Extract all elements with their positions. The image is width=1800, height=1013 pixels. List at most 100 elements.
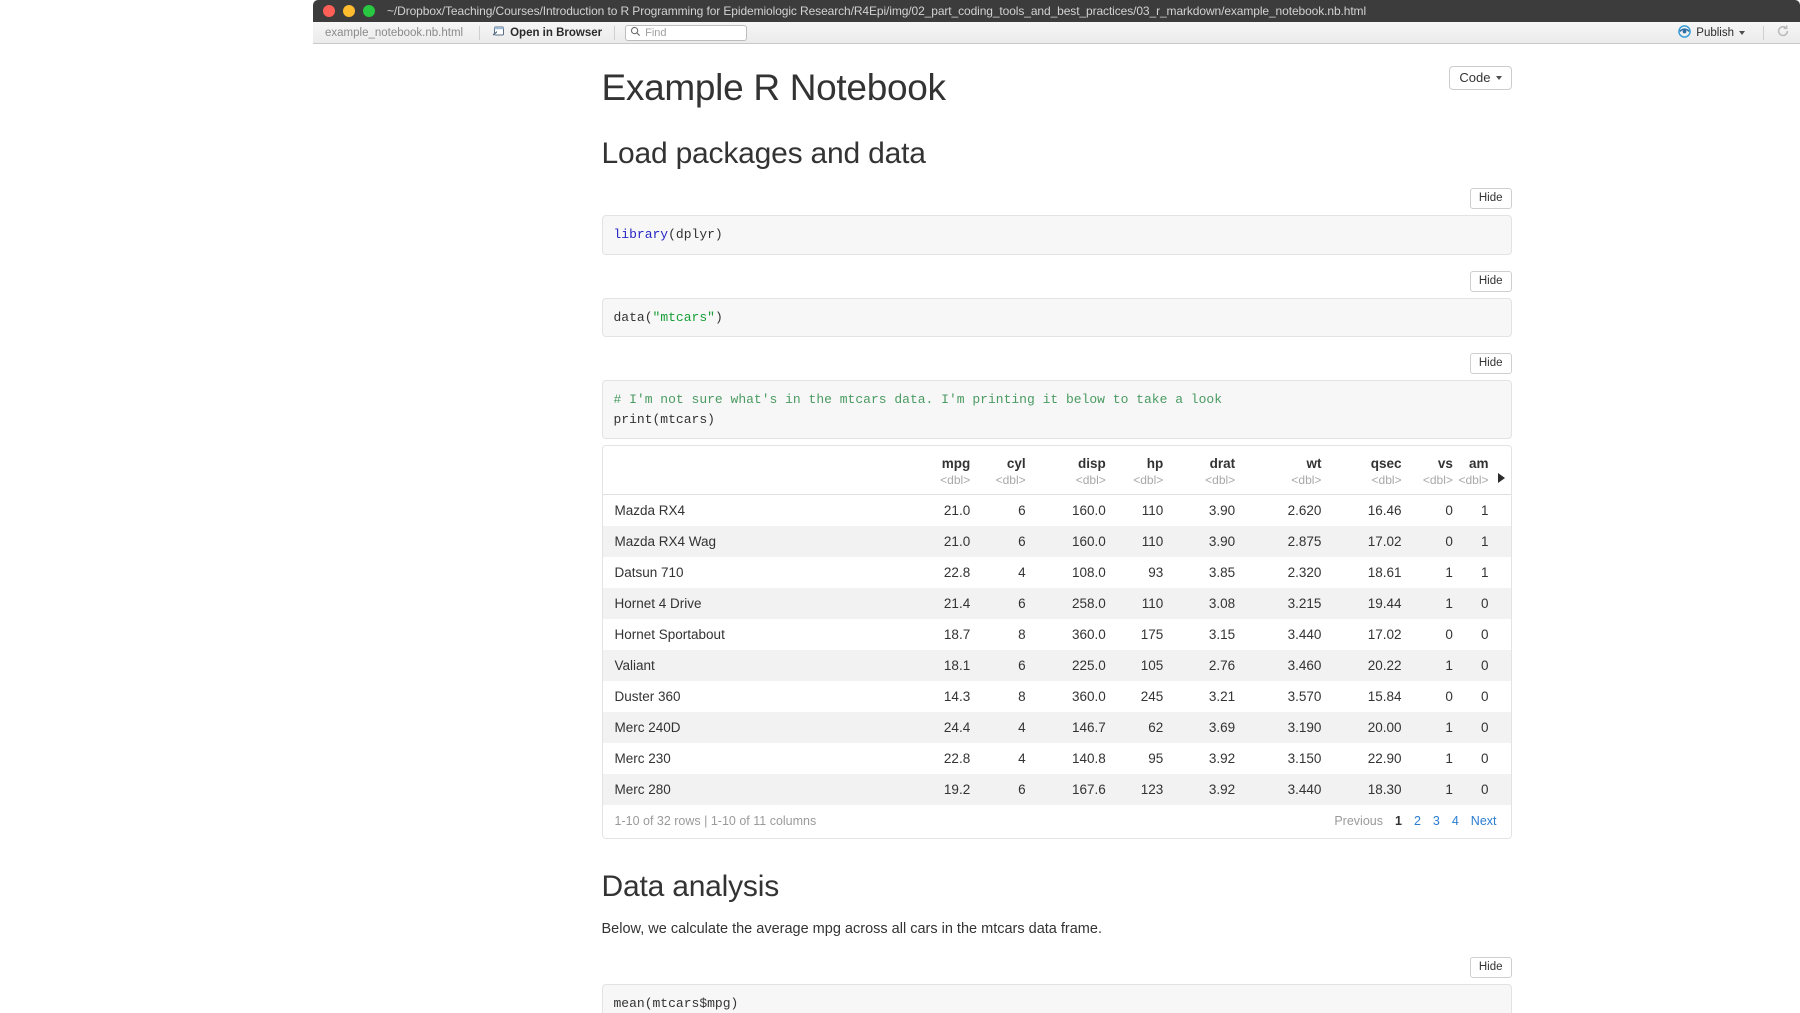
table-cell-disp: 360.0 <box>1071 689 1106 705</box>
column-header-qsec[interactable]: qsec <box>1321 446 1402 471</box>
refresh-button[interactable] <box>1776 24 1790 41</box>
close-window-button[interactable] <box>323 5 335 17</box>
table-row: Merc 280 19.2 6 167.6 123 3.92 3.440 18.30 1 0 <box>602 774 1511 806</box>
table-cell-drat: 3.69 <box>1208 720 1236 736</box>
table-cell-cyl: 4 <box>1018 751 1026 767</box>
table-cell-cyl: 8 <box>1018 689 1026 705</box>
dataframe-output[interactable]: mpg cyl disp hp drat wt qsec vs am <dbl>… <box>601 445 1512 840</box>
viewer-toolbar: example_notebook.nb.html Open in Browser… <box>313 22 1800 44</box>
table-cell-cyl: 8 <box>1018 627 1026 643</box>
table-cell-hp: 93 <box>1148 565 1164 581</box>
table-cell-rowname: Merc 230 <box>614 751 671 767</box>
open-in-browser-label: Open in Browser <box>510 26 603 39</box>
hide-button-chunk-3[interactable]: Hide <box>1469 353 1512 375</box>
chevron-right-icon[interactable] <box>1497 473 1505 484</box>
pager-page-3[interactable]: 3 <box>1433 814 1440 828</box>
column-header-mpg[interactable]: mpg <box>900 446 971 471</box>
table-row: Mazda RX4 21.0 6 160.0 110 3.90 2.620 16.46 0 1 <box>602 494 1511 527</box>
table-cell-qsec: 19.44 <box>1367 596 1402 612</box>
code-dropdown-label: Code <box>1459 70 1491 85</box>
column-header-vs[interactable]: vs <box>1402 446 1453 471</box>
column-header-drat[interactable]: drat <box>1163 446 1236 471</box>
zoom-window-button[interactable] <box>363 5 375 17</box>
pager-previous[interactable]: Previous <box>1334 814 1383 828</box>
table-cell-mpg: 21.4 <box>943 596 971 612</box>
table-cell-am: 0 <box>1480 627 1489 643</box>
table-cell-hp: 110 <box>1141 534 1164 550</box>
dataframe-body: Mazda RX4 21.0 6 160.0 110 3.90 2.620 16.46 0 1 Ma… <box>602 494 1511 806</box>
table-cell-rowname: Mazda RX4 Wag <box>614 534 717 550</box>
hide-button-chunk-1[interactable]: Hide <box>1469 188 1512 210</box>
open-in-browser-button[interactable]: Open in Browser <box>486 24 608 41</box>
document-tab-label[interactable]: example_notebook.nb.html <box>321 27 473 39</box>
table-cell-disp: 225.0 <box>1071 658 1106 674</box>
table-cell-rowname: Merc 280 <box>614 782 671 798</box>
table-row: Mazda RX4 Wag 21.0 6 160.0 110 3.90 2.875 17.02… <box>602 526 1511 558</box>
table-cell-disp: 160.0 <box>1071 534 1106 550</box>
table-cell-vs: 1 <box>1445 751 1453 767</box>
chevron-down-icon <box>1739 30 1745 35</box>
hide-button-row-3: Hide <box>602 353 1512 375</box>
browser-window-icon <box>492 25 505 40</box>
minimize-window-button[interactable] <box>343 5 355 17</box>
column-header-hp[interactable]: hp <box>1106 446 1164 471</box>
table-cell-wt: 3.570 <box>1287 689 1322 705</box>
table-cell-am: 1 <box>1480 565 1489 581</box>
table-cell-drat: 3.90 <box>1208 503 1236 519</box>
notebook-viewer[interactable]: Code Example R Notebook Load packages an… <box>313 44 1800 1013</box>
column-header-wt[interactable]: wt <box>1235 446 1321 471</box>
code-chunk-mean[interactable]: mean(mtcars$mpg) <box>601 983 1512 1013</box>
table-cell-mpg: 14.3 <box>943 689 971 705</box>
rstudio-viewer-window: ~/Dropbox/Teaching/Courses/Introduction … <box>313 0 1800 1013</box>
code-token-fn: library <box>613 227 669 243</box>
hide-button-row-4: Hide <box>602 956 1512 978</box>
column-header-cyl[interactable]: cyl <box>970 446 1026 471</box>
code-chunk-library[interactable]: library(dplyr) <box>601 215 1512 255</box>
dataframe-header: mpg cyl disp hp drat wt qsec vs am <dbl>… <box>602 446 1511 495</box>
table-cell-rowname: Mazda RX4 <box>614 503 686 519</box>
table-row: Hornet Sportabout 18.7 8 360.0 175 3.15 3.440 1… <box>602 619 1511 651</box>
table-cell-qsec: 22.90 <box>1367 751 1402 767</box>
table-cell-vs: 1 <box>1445 658 1453 674</box>
pager-page-2[interactable]: 2 <box>1414 814 1421 828</box>
table-cell-mpg: 18.1 <box>943 658 971 674</box>
table-cell-wt: 3.440 <box>1287 627 1322 643</box>
table-cell-am: 0 <box>1480 658 1489 674</box>
pager-page-1[interactable]: 1 <box>1395 814 1402 828</box>
table-cell-mpg: 22.8 <box>943 565 971 581</box>
code-token-plain: ) <box>714 309 723 325</box>
toolbar-divider-3 <box>1763 25 1764 40</box>
pager-next[interactable]: Next <box>1471 814 1497 828</box>
table-cell-wt: 2.620 <box>1287 503 1322 519</box>
table-cell-qsec: 20.00 <box>1367 720 1402 736</box>
section-paragraph: Below, we calculate the average mpg acro… <box>601 921 1102 938</box>
page-title: Example R Notebook <box>601 67 947 108</box>
table-cell-rowname: Hornet 4 Drive <box>614 596 702 612</box>
column-header-rowname <box>603 446 901 471</box>
publish-button[interactable]: Publish <box>1672 24 1751 42</box>
column-header-am[interactable]: am <box>1453 446 1511 471</box>
table-cell-hp: 175 <box>1140 627 1164 643</box>
table-cell-drat: 2.76 <box>1208 658 1236 674</box>
code-chunk-print[interactable]: # I'm not sure what's in the mtcars data… <box>601 380 1512 440</box>
hide-button-chunk-2[interactable]: Hide <box>1469 270 1512 292</box>
table-row: Merc 230 22.8 4 140.8 95 3.92 3.150 22.90 1 0 <box>602 743 1511 775</box>
section-heading-load-packages: Load packages and data <box>601 137 926 171</box>
table-cell-cyl: 6 <box>1018 534 1026 550</box>
table-row: Datsun 710 22.8 4 108.0 93 3.85 2.320 18.61 1 1 <box>602 557 1511 589</box>
hide-button-chunk-4[interactable]: Hide <box>1469 956 1512 978</box>
table-cell-cyl: 6 <box>1018 782 1026 798</box>
column-type-mpg: <dbl> <box>940 473 971 488</box>
code-chunk-data[interactable]: data("mtcars") <box>601 297 1512 338</box>
column-header-disp[interactable]: disp <box>1026 446 1106 471</box>
table-cell-am: 0 <box>1480 596 1489 612</box>
pager-page-4[interactable]: 4 <box>1452 814 1459 828</box>
table-cell-hp: 105 <box>1140 658 1164 674</box>
table-cell-cyl: 6 <box>1018 503 1026 519</box>
table-cell-hp: 110 <box>1141 503 1164 519</box>
find-input[interactable]: Find <box>625 24 748 41</box>
table-cell-drat: 3.90 <box>1208 534 1236 550</box>
table-cell-cyl: 6 <box>1018 658 1026 674</box>
code-dropdown-button[interactable]: Code <box>1449 66 1512 90</box>
column-type-cyl: <dbl> <box>995 473 1026 488</box>
